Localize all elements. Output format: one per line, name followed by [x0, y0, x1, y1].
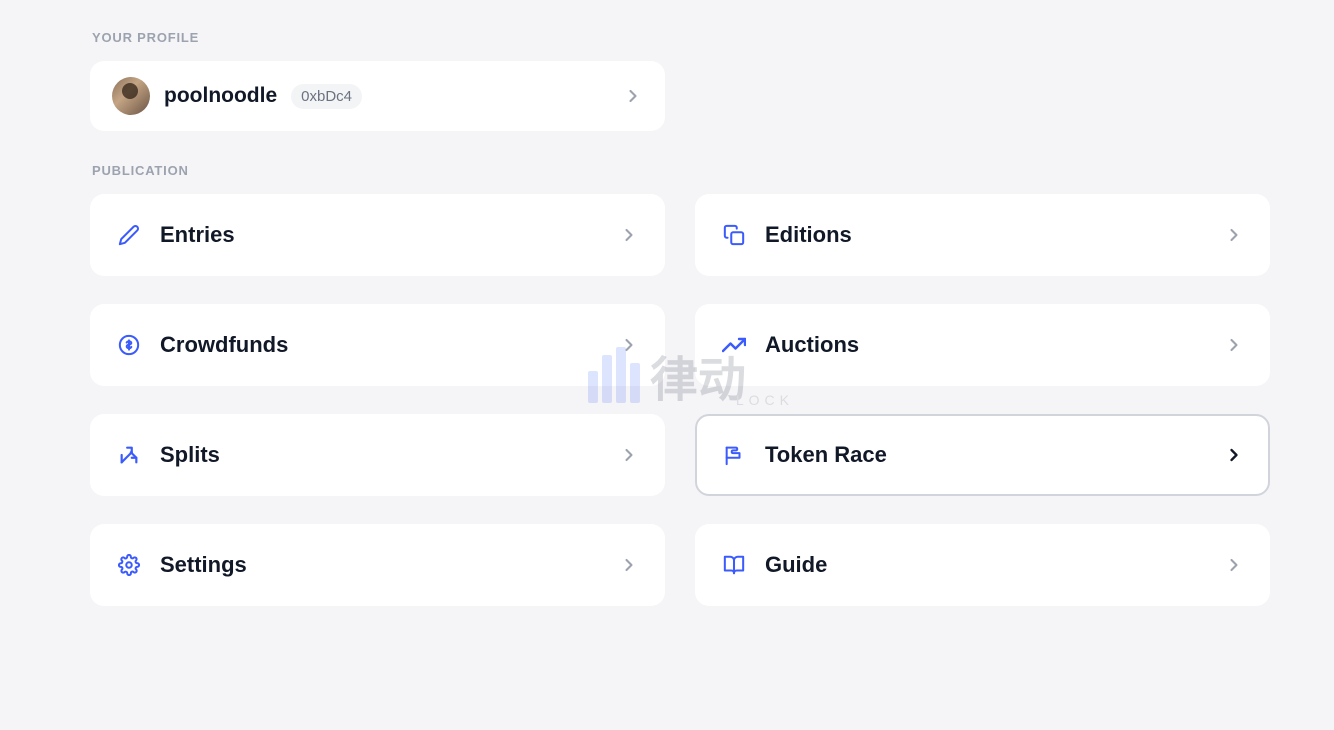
card-label: Editions: [765, 222, 852, 248]
card-label: Guide: [765, 552, 827, 578]
card-auctions[interactable]: Auctions: [695, 304, 1270, 386]
chevron-right-icon: [619, 335, 639, 355]
card-entries[interactable]: Entries: [90, 194, 665, 276]
card-label: Splits: [160, 442, 220, 468]
chevron-right-icon: [1224, 445, 1244, 465]
card-splits[interactable]: Splits: [90, 414, 665, 496]
chevron-right-icon: [619, 225, 639, 245]
profile-card[interactable]: poolnoodle 0xbDc4: [90, 61, 665, 131]
chevron-right-icon: [623, 86, 643, 106]
profile-name: poolnoodle: [164, 84, 277, 108]
profile-short-id: 0xbDc4: [291, 84, 362, 109]
card-crowdfunds[interactable]: Crowdfunds: [90, 304, 665, 386]
publication-section-label: PUBLICATION: [90, 163, 1244, 178]
card-editions[interactable]: Editions: [695, 194, 1270, 276]
card-label: Settings: [160, 552, 247, 578]
card-token-race[interactable]: Token Race: [695, 414, 1270, 496]
chevron-right-icon: [1224, 335, 1244, 355]
card-guide[interactable]: Guide: [695, 524, 1270, 606]
card-label: Auctions: [765, 332, 859, 358]
profile-section-label: YOUR PROFILE: [90, 30, 1244, 45]
book-open-icon: [721, 552, 747, 578]
trending-up-icon: [721, 332, 747, 358]
card-label: Token Race: [765, 442, 887, 468]
card-label: Entries: [160, 222, 235, 248]
dashboard-container: YOUR PROFILE poolnoodle 0xbDc4 PUBLICATI…: [0, 0, 1334, 636]
split-icon: [116, 442, 142, 468]
card-label: Crowdfunds: [160, 332, 288, 358]
gear-icon: [116, 552, 142, 578]
flag-icon: [721, 442, 747, 468]
chevron-right-icon: [619, 445, 639, 465]
copy-icon: [721, 222, 747, 248]
chevron-right-icon: [1224, 555, 1244, 575]
dollar-circle-icon: [116, 332, 142, 358]
publication-grid: Entries Editions Crowdfunds: [90, 194, 1244, 606]
chevron-right-icon: [619, 555, 639, 575]
chevron-right-icon: [1224, 225, 1244, 245]
pencil-icon: [116, 222, 142, 248]
card-settings[interactable]: Settings: [90, 524, 665, 606]
avatar: [112, 77, 150, 115]
